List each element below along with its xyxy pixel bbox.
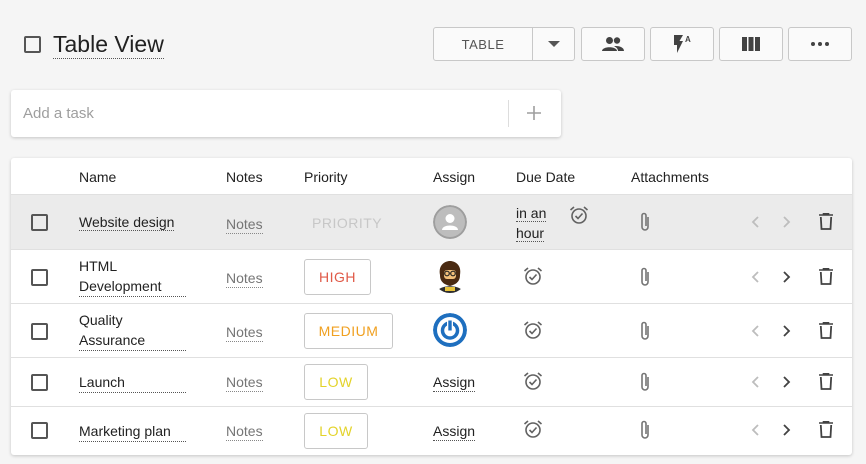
assign-link[interactable]: Assign bbox=[433, 373, 476, 392]
view-dropdown-button[interactable] bbox=[532, 27, 575, 61]
more-button[interactable] bbox=[788, 27, 852, 61]
power-logo-avatar[interactable] bbox=[433, 313, 467, 347]
chevron-left-icon[interactable] bbox=[750, 324, 762, 338]
task-name[interactable]: Launch bbox=[79, 372, 186, 393]
due-date-text[interactable]: in an bbox=[516, 205, 547, 222]
paperclip-icon[interactable] bbox=[638, 266, 652, 288]
chevron-right-icon[interactable] bbox=[780, 215, 792, 229]
priority-button[interactable]: MEDIUM bbox=[304, 313, 393, 349]
notes-link[interactable]: Notes bbox=[226, 323, 263, 342]
paperclip-icon[interactable] bbox=[638, 371, 652, 393]
alarm-icon[interactable] bbox=[523, 371, 543, 391]
row-checkbox[interactable] bbox=[31, 374, 48, 391]
priority-button[interactable]: HIGH bbox=[304, 259, 371, 295]
more-horiz-icon bbox=[811, 42, 829, 46]
add-task-button[interactable] bbox=[523, 102, 545, 124]
column-header-priority[interactable]: Priority bbox=[304, 169, 348, 185]
task-name[interactable]: HTML bbox=[79, 258, 117, 274]
column-header-notes[interactable]: Notes bbox=[226, 169, 263, 185]
members-button[interactable] bbox=[581, 27, 645, 61]
priority-button[interactable]: LOW bbox=[304, 364, 368, 400]
chevron-left-icon[interactable] bbox=[750, 270, 762, 284]
alarm-icon[interactable] bbox=[523, 419, 543, 439]
add-task-input[interactable] bbox=[23, 90, 503, 137]
row-checkbox[interactable] bbox=[31, 214, 48, 231]
row-checkbox[interactable] bbox=[31, 269, 48, 286]
chevron-right-icon[interactable] bbox=[780, 375, 792, 389]
paperclip-icon[interactable] bbox=[638, 320, 652, 342]
trash-icon[interactable] bbox=[819, 322, 833, 339]
notes-link[interactable]: Notes bbox=[226, 422, 263, 441]
row-checkbox[interactable] bbox=[31, 422, 48, 439]
alarm-icon[interactable] bbox=[523, 266, 543, 286]
column-header-name[interactable]: Name bbox=[79, 169, 116, 185]
bearded-person-avatar[interactable] bbox=[433, 259, 467, 293]
notes-link[interactable]: Notes bbox=[226, 373, 263, 392]
page-title[interactable]: Table View bbox=[53, 30, 164, 59]
table-row[interactable]: HTML Development Notes HIGH bbox=[11, 249, 852, 303]
chevron-left-icon[interactable] bbox=[750, 423, 762, 437]
column-header-assign[interactable]: Assign bbox=[433, 169, 475, 185]
priority-button[interactable]: PRIORITY bbox=[312, 215, 382, 231]
view-select-button[interactable]: TABLE bbox=[433, 27, 533, 61]
page-header: Table View TABLE A bbox=[0, 0, 866, 90]
column-header-due-date[interactable]: Due Date bbox=[516, 169, 575, 185]
notes-link[interactable]: Notes bbox=[226, 269, 263, 288]
notes-link[interactable]: Notes bbox=[226, 215, 263, 234]
paperclip-icon[interactable] bbox=[638, 419, 652, 441]
table-row[interactable]: Website design Notes PRIORITY in an hour bbox=[11, 194, 852, 249]
column-header-attachments[interactable]: Attachments bbox=[631, 169, 709, 185]
task-name-line2[interactable]: Assurance bbox=[79, 330, 186, 351]
task-name[interactable]: Quality bbox=[79, 312, 123, 328]
assign-link[interactable]: Assign bbox=[433, 422, 476, 441]
columns-icon bbox=[742, 37, 760, 51]
chevron-left-icon[interactable] bbox=[750, 375, 762, 389]
table-row[interactable]: Launch Notes LOW Assign bbox=[11, 357, 852, 406]
columns-button[interactable] bbox=[719, 27, 783, 61]
alarm-icon[interactable] bbox=[523, 320, 543, 340]
default-avatar-icon[interactable] bbox=[433, 205, 467, 239]
trash-icon[interactable] bbox=[819, 373, 833, 390]
add-task-card bbox=[11, 90, 561, 137]
checkbox-icon[interactable] bbox=[24, 36, 41, 53]
trash-icon[interactable] bbox=[819, 268, 833, 285]
task-name[interactable]: Marketing plan bbox=[79, 421, 186, 442]
divider bbox=[508, 100, 509, 127]
trash-icon[interactable] bbox=[819, 213, 833, 230]
chevron-right-icon[interactable] bbox=[780, 270, 792, 284]
flash-auto-icon: A bbox=[674, 35, 691, 53]
trash-icon[interactable] bbox=[819, 421, 833, 438]
svg-text:A: A bbox=[685, 35, 691, 44]
plus-icon bbox=[527, 106, 541, 120]
chevron-left-icon[interactable] bbox=[750, 215, 762, 229]
alarm-icon[interactable] bbox=[569, 205, 589, 225]
chevron-down-icon bbox=[547, 41, 560, 47]
chevron-right-icon[interactable] bbox=[780, 423, 792, 437]
task-table: Name Notes Priority Assign Due Date Atta… bbox=[11, 158, 852, 455]
due-date-text-line2[interactable]: hour bbox=[516, 225, 545, 242]
table-row[interactable]: Marketing plan Notes LOW Assign bbox=[11, 406, 852, 455]
priority-button[interactable]: LOW bbox=[304, 413, 368, 449]
automation-button[interactable]: A bbox=[650, 27, 714, 61]
paperclip-icon[interactable] bbox=[638, 211, 652, 233]
users-icon bbox=[602, 37, 624, 51]
table-row[interactable]: Quality Assurance Notes MEDIUM bbox=[11, 303, 852, 357]
task-name[interactable]: Website design bbox=[79, 214, 175, 231]
chevron-right-icon[interactable] bbox=[780, 324, 792, 338]
row-checkbox[interactable] bbox=[31, 323, 48, 340]
task-name-line2[interactable]: Development bbox=[79, 276, 186, 297]
